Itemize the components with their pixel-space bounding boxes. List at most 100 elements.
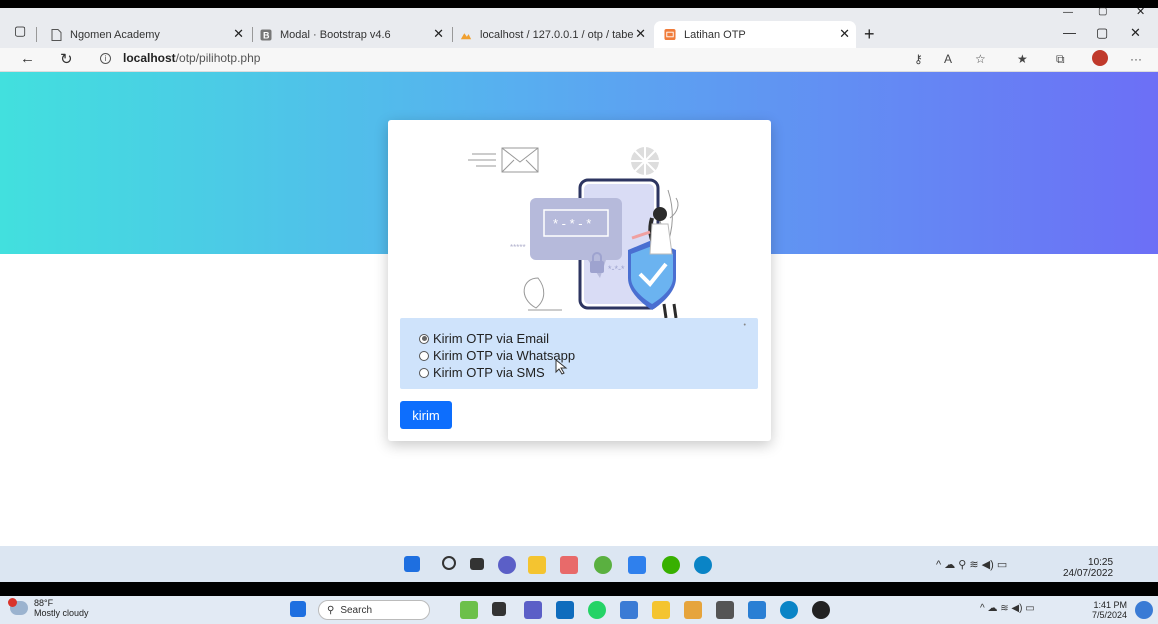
svg-text:*****: ***** xyxy=(510,243,526,252)
app-icon[interactable] xyxy=(594,556,612,574)
search-label: Search xyxy=(340,604,373,616)
otp-method-options: • Kirim OTP via Email Kirim OTP via What… xyxy=(400,318,758,389)
task-view-icon[interactable] xyxy=(492,602,506,616)
option-sms-label: Kirim OTP via SMS xyxy=(433,365,545,380)
inner-time: 10:25 xyxy=(1088,557,1114,568)
profile-avatar[interactable] xyxy=(1092,50,1108,66)
top-strip xyxy=(0,0,1158,8)
minimize-icon[interactable]: — xyxy=(1063,25,1076,40)
tab-actions-icon[interactable]: ▢ xyxy=(14,23,26,39)
teams-icon[interactable] xyxy=(524,601,542,619)
url-host: localhost xyxy=(123,51,176,65)
chat-icon[interactable] xyxy=(498,556,516,574)
minimize-icon[interactable]: — xyxy=(1063,7,1073,18)
svg-text:*-*-*: *-*-* xyxy=(608,264,625,274)
favorite-add-icon[interactable]: ☆ xyxy=(975,52,986,66)
back-arrow-icon[interactable]: ← xyxy=(20,50,35,67)
taskbar-search[interactable]: ⚲ Search xyxy=(318,600,430,620)
radio-whatsapp[interactable] xyxy=(419,350,429,361)
tab-divider xyxy=(252,27,253,42)
close-icon[interactable]: ✕ xyxy=(233,26,244,42)
radio-sms[interactable] xyxy=(419,367,429,378)
system-tray-icons[interactable]: ^ ☁ ⚲ ≋ ◀) ▭ xyxy=(936,558,1007,571)
bootstrap-icon: B xyxy=(260,29,272,41)
weather-widget[interactable]: 88°F Mostly cloudy xyxy=(8,598,89,618)
window-close-icon[interactable]: ✕ xyxy=(1130,25,1141,41)
search-icon[interactable] xyxy=(442,556,456,570)
system-tray-icons[interactable]: ^ ☁ ≋ ◀) ▭ xyxy=(980,603,1035,614)
weather-alert-badge xyxy=(8,598,17,607)
whatsapp-icon[interactable] xyxy=(588,601,606,619)
more-icon[interactable]: ··· xyxy=(1130,52,1142,66)
file-explorer-icon[interactable] xyxy=(652,601,670,619)
tab-bar: ▢ Ngomen Academy ✕ B Modal · Bootstrap v… xyxy=(0,5,1158,48)
restore-icon[interactable]: ▢ xyxy=(1098,6,1107,17)
inner-date: 24/07/2022 xyxy=(1063,568,1114,579)
mail-icon[interactable] xyxy=(716,601,734,619)
tab-bootstrap-modal[interactable]: B Modal · Bootstrap v4.6 ✕ xyxy=(260,21,450,48)
option-sms[interactable]: Kirim OTP via SMS xyxy=(419,364,758,381)
web-page: * - * - * *-*-* ***** • Kirim OTP via Em… xyxy=(0,72,1158,546)
kirim-button[interactable]: kirim xyxy=(400,401,452,429)
radio-selected-dot xyxy=(421,336,427,341)
radio-email[interactable] xyxy=(419,333,429,344)
app-icon[interactable] xyxy=(684,601,702,619)
app-icon[interactable] xyxy=(620,601,638,619)
app-icon[interactable] xyxy=(560,556,578,574)
app-icon[interactable] xyxy=(662,556,680,574)
collections-icon[interactable]: ⧉ xyxy=(1056,52,1065,67)
outer-date: 7/5/2024 xyxy=(1092,610,1128,620)
inner-taskbar: ^ ☁ ⚲ ≋ ◀) ▭ xyxy=(0,546,1158,582)
tab-divider xyxy=(36,27,37,42)
read-aloud-icon[interactable]: A xyxy=(944,52,952,66)
key-icon[interactable]: ⚷ xyxy=(914,52,923,66)
new-tab-icon[interactable]: + xyxy=(864,24,875,45)
outer-taskbar: 88°F Mostly cloudy ⚲ Search ^ ☁ ≋ ◀) ▭ 1… xyxy=(0,596,1158,624)
tab-label: Modal · Bootstrap v4.6 xyxy=(280,28,391,41)
svg-text:B: B xyxy=(263,30,270,40)
outlook-icon[interactable] xyxy=(556,601,574,619)
tab-latihan-otp[interactable]: Latihan OTP ✕ xyxy=(654,21,856,48)
option-whatsapp[interactable]: Kirim OTP via Whatsapp xyxy=(419,347,758,364)
restore-icon[interactable]: ▢ xyxy=(1096,25,1108,41)
option-whatsapp-label: Kirim OTP via Whatsapp xyxy=(433,348,576,363)
otp-icon xyxy=(664,28,676,41)
option-email[interactable]: Kirim OTP via Email xyxy=(419,330,758,347)
app-icon[interactable] xyxy=(812,601,830,619)
app-icon[interactable] xyxy=(628,556,646,574)
outer-time: 1:41 PM xyxy=(1093,600,1128,610)
file-explorer-icon[interactable] xyxy=(528,556,546,574)
dot-icon: • xyxy=(743,322,746,329)
close-icon[interactable]: ✕ xyxy=(635,26,646,42)
search-icon: ⚲ xyxy=(327,604,335,616)
refresh-icon[interactable]: ↻ xyxy=(60,50,73,68)
favorites-icon[interactable]: ★ xyxy=(1017,52,1028,66)
tab-label: localhost / 127.0.0.1 / otp / tabe xyxy=(480,28,634,41)
tab-phpmyadmin[interactable]: localhost / 127.0.0.1 / otp / tabe ✕ xyxy=(460,21,652,48)
otp-illustration: * - * - * *-*-* ***** xyxy=(468,147,679,318)
url-field[interactable]: i localhost /otp/pilihotp.php xyxy=(100,51,260,65)
url-path: /otp/pilihotp.php xyxy=(175,51,261,65)
option-email-label: Kirim OTP via Email xyxy=(433,331,550,346)
weather-temp: 88°F xyxy=(34,598,54,608)
edge-icon[interactable] xyxy=(780,601,798,619)
vscode-icon[interactable] xyxy=(748,601,766,619)
outer-clock: 1:41 PM 7/5/2024 xyxy=(1092,600,1127,620)
weather-desc: Mostly cloudy xyxy=(34,608,89,618)
tab-ngomen-academy[interactable]: Ngomen Academy ✕ xyxy=(50,21,250,48)
otp-card: * - * - * *-*-* ***** • Kirim OTP via Em… xyxy=(388,120,771,441)
task-view-icon[interactable] xyxy=(470,558,484,570)
tab-divider xyxy=(452,27,453,42)
close-icon[interactable]: ✕ xyxy=(839,26,850,42)
app-icon[interactable] xyxy=(460,601,478,619)
windows-start-icon[interactable] xyxy=(290,601,306,617)
tab-label: Ngomen Academy xyxy=(70,28,160,41)
info-icon[interactable]: i xyxy=(100,52,111,64)
windows-start-icon[interactable] xyxy=(404,556,420,572)
tab-label: Latihan OTP xyxy=(684,28,746,41)
edge-icon[interactable] xyxy=(694,556,712,574)
inner-clock: 10:25 24/07/2022 xyxy=(1063,557,1113,579)
window-close-icon[interactable]: ✕ xyxy=(1136,5,1145,18)
notification-icon[interactable] xyxy=(1135,601,1153,619)
close-icon[interactable]: ✕ xyxy=(433,26,444,42)
